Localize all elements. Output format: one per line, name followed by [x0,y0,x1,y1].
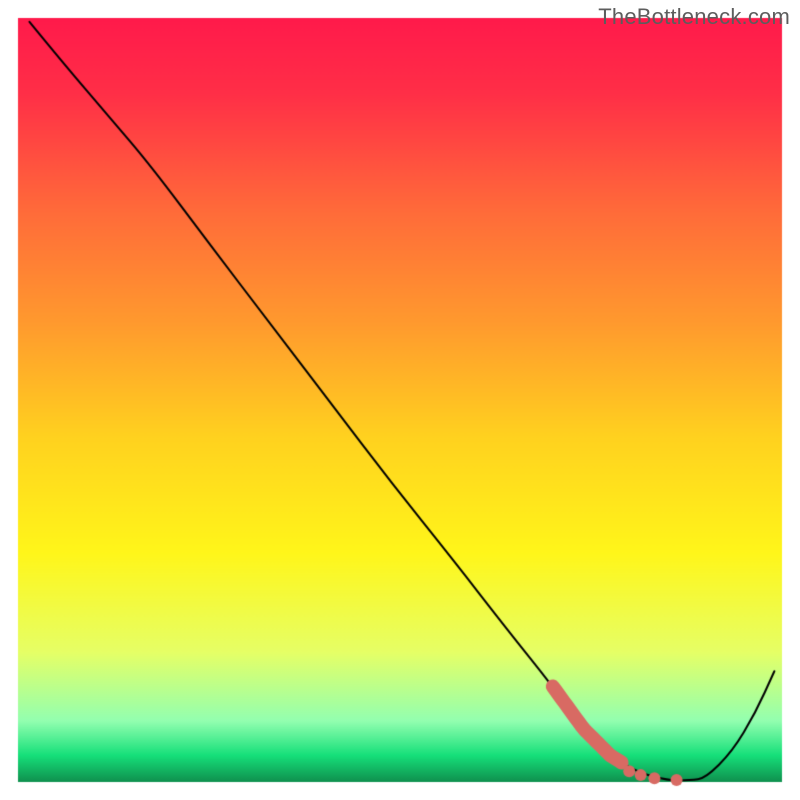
bottleneck-chart-canvas [0,0,800,800]
watermark-text: TheBottleneck.com [598,4,790,30]
chart-container: TheBottleneck.com [0,0,800,800]
